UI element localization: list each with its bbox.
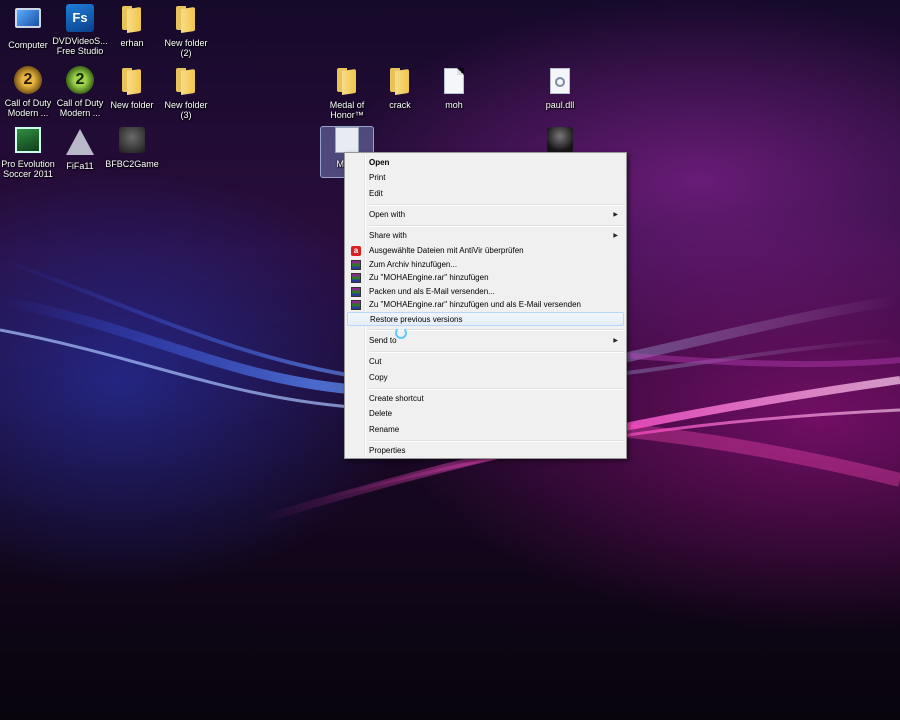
- menu-item-share-with[interactable]: Share with ▶: [347, 229, 624, 243]
- desktop-icon-fifa11[interactable]: FiFa11: [52, 127, 108, 171]
- icon-label: Call of Duty Modern ...: [4, 98, 52, 118]
- menu-item-properties[interactable]: Properties: [347, 444, 624, 458]
- desktop-icon-computer[interactable]: Computer: [0, 4, 56, 50]
- antivir-icon: a: [351, 246, 361, 256]
- fifa-icon: [65, 129, 95, 159]
- desktop-icon-new-folder-2[interactable]: New folder (2): [158, 4, 214, 58]
- icon-label: New folder: [110, 100, 154, 110]
- menu-item-create-shortcut[interactable]: Create shortcut: [347, 392, 624, 406]
- menu-item-open-with[interactable]: Open with ▶: [347, 208, 624, 222]
- icon-label: crack: [389, 100, 411, 110]
- icon-label: Pro Evolution Soccer 2011: [1, 159, 55, 179]
- menu-item-antivir-scan[interactable]: a Ausgewählte Dateien mit AntiVir überpr…: [347, 244, 624, 258]
- desktop-icon-pes-2011[interactable]: Pro Evolution Soccer 2011: [0, 127, 56, 179]
- icon-label: New folder (3): [164, 100, 208, 120]
- context-menu: Open Print Edit Open with ▶ Share with ▶…: [344, 152, 627, 459]
- menu-separator: [369, 329, 624, 331]
- menu-separator: [369, 440, 624, 442]
- folder-icon: [385, 68, 415, 98]
- menu-separator: [369, 351, 624, 353]
- menu-item-copy[interactable]: Copy: [347, 371, 624, 385]
- busy-cursor-icon: [395, 327, 407, 339]
- desktop-icon-medal-of-honor[interactable]: Medal of Honor™: [319, 66, 375, 120]
- menu-separator: [369, 388, 624, 390]
- desktop-icon-erhan[interactable]: erhan: [104, 4, 160, 48]
- folder-icon: [171, 68, 201, 98]
- menu-item-add-to-rar[interactable]: Zu "MOHAEngine.rar" hinzufügen: [347, 271, 624, 285]
- file-icon: [439, 68, 469, 98]
- winrar-icon: [351, 300, 361, 310]
- call-of-duty-icon: 2: [65, 66, 95, 96]
- desktop-icon-call-of-duty-1[interactable]: 2 Call of Duty Modern ...: [0, 66, 56, 118]
- submenu-arrow-icon: ▶: [613, 212, 618, 218]
- icon-label: erhan: [120, 38, 144, 48]
- menu-item-add-rar-and-email[interactable]: Zu "MOHAEngine.rar" hinzufügen und als E…: [347, 298, 624, 312]
- desktop-icon-new-folder-3[interactable]: New folder (3): [158, 66, 214, 120]
- folder-icon: [332, 68, 362, 98]
- submenu-arrow-icon: ▶: [613, 338, 618, 344]
- desktop-icon-crack[interactable]: crack: [372, 66, 428, 110]
- desktop-icon-new-folder[interactable]: New folder: [104, 66, 160, 110]
- icon-label: New folder (2): [164, 38, 208, 58]
- menu-separator: [369, 225, 624, 227]
- desktop-icon-paul-dll[interactable]: paul.dll: [532, 66, 588, 110]
- winrar-icon: [351, 260, 361, 270]
- bfbc2-icon: [117, 127, 147, 157]
- folder-icon: [117, 6, 147, 36]
- icon-label: Computer: [8, 40, 48, 50]
- submenu-arrow-icon: ▶: [613, 233, 618, 239]
- icon-label: Call of Duty Modern ...: [56, 98, 104, 118]
- menu-item-open[interactable]: Open: [347, 156, 624, 170]
- dll-file-icon: [545, 68, 575, 98]
- menu-item-rename[interactable]: Rename: [347, 423, 624, 437]
- icon-label: BFBC2Game: [105, 159, 159, 169]
- pes-icon: [13, 127, 43, 157]
- menu-item-delete[interactable]: Delete: [347, 407, 624, 421]
- dvdvideosoft-icon: Fs: [65, 4, 95, 34]
- menu-item-edit[interactable]: Edit: [347, 187, 624, 201]
- desktop-icon-bfbc2game[interactable]: BFBC2Game: [104, 127, 160, 169]
- icon-label: paul.dll: [545, 100, 575, 110]
- desktop-icon-moh[interactable]: moh: [426, 66, 482, 110]
- menu-item-send-to[interactable]: Send to ▶: [347, 334, 624, 348]
- icon-label: FiFa11: [66, 161, 94, 171]
- menu-item-cut[interactable]: Cut: [347, 355, 624, 369]
- winrar-icon: [351, 287, 361, 297]
- menu-separator: [369, 204, 624, 206]
- call-of-duty-icon: 2: [13, 66, 43, 96]
- icon-label: moh: [445, 100, 463, 110]
- computer-icon: [13, 8, 43, 38]
- folder-icon: [171, 6, 201, 36]
- winrar-icon: [351, 273, 361, 283]
- desktop[interactable]: Computer Fs DVDVideoS... Free Studio erh…: [0, 0, 900, 720]
- icon-label: DVDVideoS... Free Studio: [52, 36, 108, 56]
- icon-label: Medal of Honor™: [329, 100, 365, 120]
- menu-item-pack-and-email[interactable]: Packen und als E-Mail versenden...: [347, 285, 624, 299]
- desktop-icon-call-of-duty-2[interactable]: 2 Call of Duty Modern ...: [52, 66, 108, 118]
- menu-item-add-to-archive[interactable]: Zum Archiv hinzufügen...: [347, 258, 624, 272]
- folder-icon: [117, 68, 147, 98]
- desktop-icon-dvdvideosoft[interactable]: Fs DVDVideoS... Free Studio: [52, 4, 108, 56]
- menu-item-print[interactable]: Print: [347, 171, 624, 185]
- menu-item-restore-previous-versions[interactable]: Restore previous versions: [347, 312, 624, 326]
